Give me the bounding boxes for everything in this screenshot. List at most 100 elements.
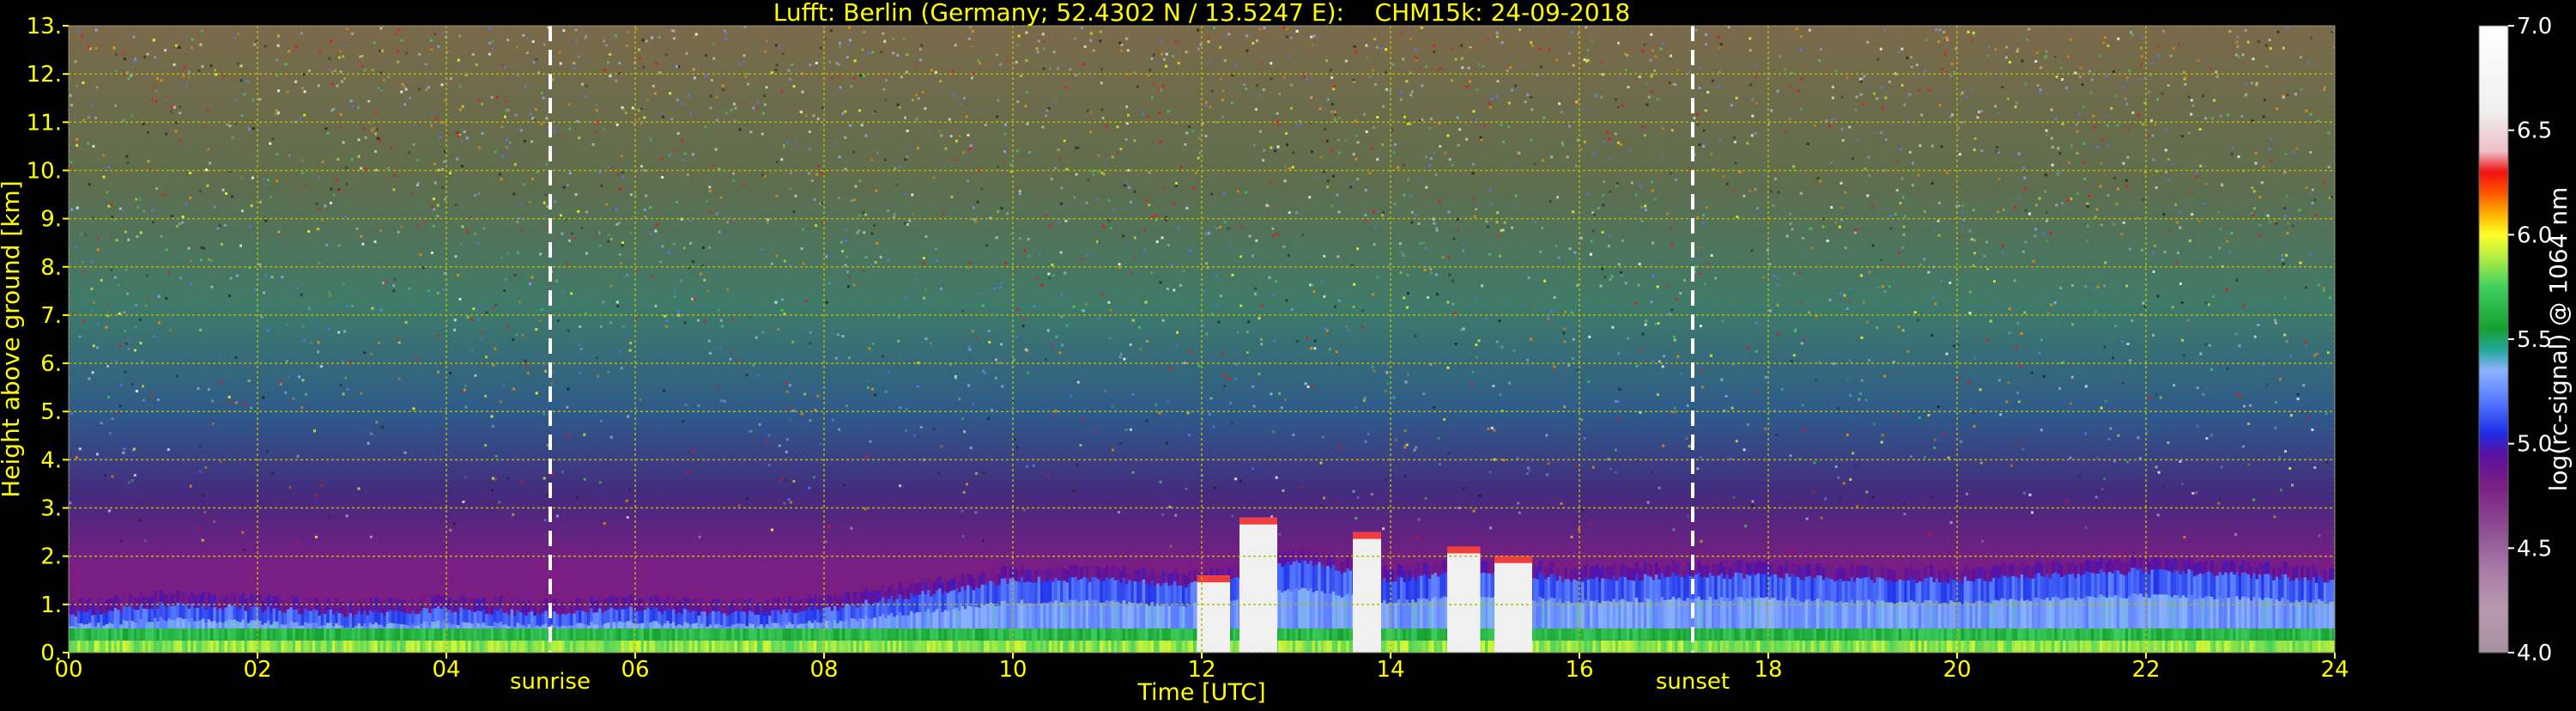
noise-pixel [542, 477, 546, 480]
noise-pixel [1676, 298, 1678, 301]
noise-pixel [1663, 355, 1665, 358]
noise-pixel [346, 304, 349, 307]
noise-pixel [2275, 222, 2278, 225]
noise-pixel [165, 248, 168, 252]
noise-pixel [680, 102, 683, 106]
noise-pixel [87, 142, 89, 145]
noise-pixel [534, 107, 537, 111]
noise-pixel [980, 187, 984, 191]
noise-pixel [2002, 208, 2005, 211]
noise-pixel [185, 84, 188, 88]
noise-pixel [567, 103, 571, 106]
noise-pixel [1923, 455, 1926, 459]
noise-pixel [408, 287, 411, 290]
noise-pixel [839, 86, 842, 89]
noise-pixel [2020, 331, 2023, 335]
noise-pixel [301, 87, 304, 89]
noise-pixel [2116, 124, 2119, 127]
noise-pixel [144, 304, 148, 307]
noise-pixel [1566, 155, 1569, 159]
noise-pixel [2183, 536, 2186, 539]
noise-pixel [626, 44, 629, 47]
noise-pixel [1338, 117, 1342, 119]
noise-pixel [80, 233, 83, 236]
noise-pixel [639, 57, 642, 60]
noise-pixel [1417, 518, 1421, 521]
noise-pixel [1768, 263, 1772, 266]
noise-pixel [1965, 95, 1968, 99]
noise-pixel [1009, 232, 1013, 235]
noise-pixel [579, 347, 583, 350]
noise-pixel [1064, 219, 1068, 222]
noise-pixel [201, 538, 204, 542]
noise-pixel [789, 172, 792, 175]
noise-pixel [1392, 396, 1396, 399]
noise-pixel [1980, 109, 1984, 112]
noise-pixel [1127, 113, 1130, 117]
noise-pixel [433, 208, 436, 211]
noise-pixel [120, 539, 123, 543]
noise-pixel [741, 126, 744, 130]
noise-pixel [883, 40, 887, 43]
noise-pixel [786, 405, 790, 409]
noise-pixel [1732, 190, 1736, 193]
noise-pixel [1271, 234, 1275, 237]
noise-pixel [873, 224, 876, 228]
noise-pixel [1769, 190, 1773, 193]
noise-pixel [651, 36, 653, 40]
noise-pixel [943, 212, 946, 216]
noise-pixel [1089, 111, 1093, 114]
noise-pixel [460, 139, 464, 143]
noise-pixel [1407, 373, 1410, 376]
noise-pixel [664, 53, 668, 57]
noise-pixel [1159, 140, 1162, 143]
noise-pixel [1751, 98, 1755, 101]
noise-pixel [340, 80, 343, 83]
noise-pixel [1676, 69, 1679, 72]
noise-pixel [1356, 247, 1360, 251]
noise-pixel [380, 49, 384, 52]
noise-pixel [276, 153, 279, 156]
noise-pixel [1761, 276, 1765, 279]
noise-pixel [1174, 185, 1178, 188]
noise-pixel [100, 422, 103, 425]
noise-pixel [1107, 219, 1111, 222]
noise-pixel [1560, 110, 1563, 113]
noise-pixel [91, 371, 94, 374]
noise-pixel [1089, 131, 1093, 134]
noise-pixel [1458, 128, 1462, 131]
noise-pixel [1215, 227, 1219, 230]
noise-pixel [1666, 212, 1670, 216]
noise-pixel [1276, 232, 1279, 235]
noise-pixel [1316, 177, 1319, 180]
noise-pixel [780, 90, 784, 93]
noise-pixel [2305, 186, 2308, 189]
noise-pixel [1133, 256, 1136, 259]
noise-pixel [1568, 125, 1571, 128]
noise-pixel [1553, 295, 1556, 299]
noise-pixel [1123, 184, 1126, 187]
noise-pixel [595, 131, 598, 134]
noise-pixel [1276, 122, 1280, 125]
noise-pixel [720, 325, 724, 328]
noise-pixel [150, 98, 154, 101]
noise-pixel [336, 158, 340, 161]
noise-pixel [2113, 459, 2116, 463]
noise-pixel [2219, 114, 2222, 118]
noise-pixel [1705, 43, 1708, 46]
noise-pixel [721, 84, 724, 88]
noise-pixel [300, 293, 303, 296]
noise-pixel [542, 96, 545, 100]
noise-pixel [325, 243, 329, 246]
noise-pixel [149, 393, 153, 397]
noise-pixel [338, 188, 342, 191]
noise-pixel [370, 129, 373, 132]
noise-pixel [481, 102, 483, 106]
noise-pixel [2142, 123, 2145, 126]
noise-pixel [1119, 148, 1123, 151]
noise-pixel [1487, 427, 1490, 430]
noise-pixel [199, 43, 203, 46]
noise-pixel [689, 112, 693, 115]
noise-pixel [932, 176, 936, 179]
noise-pixel [1795, 27, 1798, 31]
